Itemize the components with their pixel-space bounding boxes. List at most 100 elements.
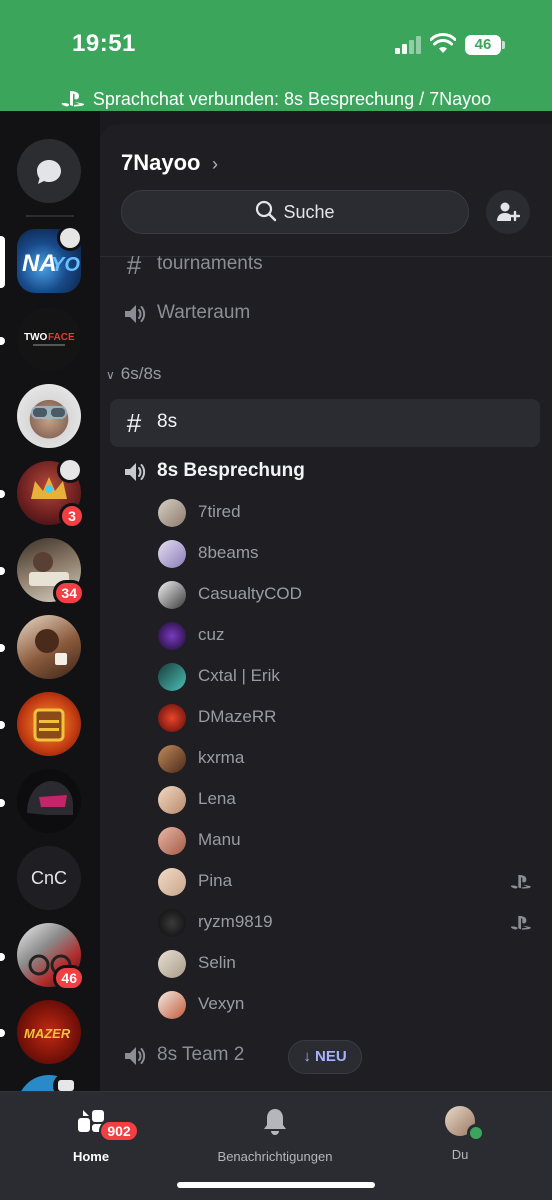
channel-warteraum[interactable]: Warteraum xyxy=(110,290,540,338)
unread-dot xyxy=(0,721,5,729)
unread-dot xyxy=(0,644,5,652)
rail-divider xyxy=(26,215,74,217)
channel-label: 8s Team 2 xyxy=(157,1044,245,1065)
voice-member[interactable]: Vexyn xyxy=(158,987,538,1023)
voice-member[interactable]: Selin xyxy=(158,946,538,982)
voice-active-icon xyxy=(57,457,83,483)
member-name: Pina xyxy=(198,871,233,890)
server-icon-partial[interactable] xyxy=(17,1073,81,1091)
member-name: Vexyn xyxy=(198,994,245,1013)
unread-dot xyxy=(0,1029,5,1037)
user-avatar xyxy=(445,1106,485,1142)
channel-tournaments[interactable]: # tournaments xyxy=(110,241,540,289)
online-status-dot xyxy=(467,1124,485,1142)
search-icon xyxy=(256,200,277,222)
hashtag-icon: # xyxy=(126,250,142,280)
voice-member[interactable]: kxrma xyxy=(158,741,538,777)
mention-badge: 34 xyxy=(53,580,85,606)
server-icon-nayou[interactable]: NA YOU xyxy=(17,225,83,293)
playstation-icon xyxy=(61,91,84,107)
voice-member[interactable]: 8beams xyxy=(158,536,538,572)
voice-member[interactable]: ryzm9819 xyxy=(158,905,538,941)
home-indicator xyxy=(177,1182,375,1188)
server-icon-money[interactable]: 34 xyxy=(17,538,85,606)
playstation-icon xyxy=(510,874,531,889)
voice-member[interactable]: 7tired xyxy=(158,495,538,531)
category-label: 6s/8s xyxy=(120,364,162,383)
voice-member[interactable]: cuz xyxy=(158,618,538,654)
invite-members-button[interactable] xyxy=(486,190,530,234)
voice-member[interactable]: Pina xyxy=(158,864,538,900)
new-messages-pill[interactable]: ↓ NEU xyxy=(288,1040,362,1074)
category-header[interactable]: ∨ 6s/8s xyxy=(106,364,161,384)
member-name: 8beams xyxy=(198,543,259,562)
server-rail: NA YOU TWO FACE xyxy=(0,111,100,1091)
search-label: Suche xyxy=(283,202,335,222)
server-icon-man[interactable] xyxy=(17,615,81,679)
member-name: Cxtal | Erik xyxy=(198,666,280,685)
mazer-logo: MAZER xyxy=(24,1026,71,1041)
home-notification-badge: 902 xyxy=(99,1120,139,1142)
unread-dot xyxy=(0,490,5,498)
voice-member[interactable]: CasualtyCOD xyxy=(158,577,538,613)
voice-active-icon xyxy=(57,225,83,251)
server-icon-mazer[interactable]: MAZER xyxy=(17,1000,81,1064)
server-icon-goggles[interactable] xyxy=(17,384,81,448)
member-name: kxrma xyxy=(198,748,245,767)
voice-member[interactable]: Manu xyxy=(158,823,538,859)
chevron-right-icon[interactable]: › xyxy=(212,154,218,175)
svg-text:TWO: TWO xyxy=(24,332,48,343)
voice-member[interactable]: DMazeRR xyxy=(158,700,538,736)
tab-you[interactable]: Du xyxy=(432,1106,488,1162)
playstation-icon xyxy=(510,915,531,930)
speaker-icon xyxy=(125,1047,146,1065)
voice-connected-banner[interactable]: Sprachchat verbunden: 8s Besprechung / 7… xyxy=(0,86,552,112)
member-name: Lena xyxy=(198,789,236,808)
search-button[interactable]: Suche xyxy=(121,190,469,234)
channel-label: 8s Besprechung xyxy=(157,460,305,481)
voice-member[interactable]: Cxtal | Erik xyxy=(158,659,538,695)
speaker-icon xyxy=(125,463,146,481)
server-name[interactable]: 7Nayoo xyxy=(121,150,200,176)
voice-channel-8s-besprechung[interactable]: 8s Besprechung xyxy=(110,448,540,496)
direct-messages-button[interactable] xyxy=(17,139,81,203)
unread-dot xyxy=(0,799,5,807)
server-icon-twoface[interactable]: TWO FACE xyxy=(17,307,81,371)
channel-label: tournaments xyxy=(157,253,263,274)
active-server-pill xyxy=(0,236,5,288)
member-name: DMazeRR xyxy=(198,707,277,726)
channel-label: Warteraum xyxy=(157,302,251,323)
avatar xyxy=(158,868,186,896)
unread-dot xyxy=(0,567,5,575)
bell-icon xyxy=(264,1109,286,1135)
svg-text:YOU: YOU xyxy=(51,254,81,276)
avatar xyxy=(158,499,186,527)
server-icon-helmet[interactable] xyxy=(17,769,81,833)
tab-notifications[interactable]: Benachrichtigungen xyxy=(205,1106,345,1164)
add-user-icon xyxy=(497,202,520,222)
server-icon-chest[interactable] xyxy=(17,692,81,756)
member-name: 7tired xyxy=(198,502,241,521)
voice-banner-text: Sprachchat verbunden: 8s Besprechung / 7… xyxy=(92,89,492,109)
server-icon-cnc[interactable]: CnC xyxy=(17,846,81,910)
server-icon-crown[interactable]: 3 xyxy=(17,457,85,529)
avatar xyxy=(158,581,186,609)
server-icon-bike[interactable]: 46 xyxy=(17,923,85,991)
mention-badge: 46 xyxy=(53,965,85,991)
voice-member[interactable]: Lena xyxy=(158,782,538,818)
chevron-down-icon: ∨ xyxy=(106,368,115,382)
helmet-logo xyxy=(27,781,73,815)
channel-8s[interactable]: # 8s xyxy=(110,399,540,447)
tab-label: Benachrichtigungen xyxy=(217,1149,333,1164)
svg-text:MAZER: MAZER xyxy=(24,1026,71,1041)
svg-text:FACE: FACE xyxy=(48,332,75,343)
avatar xyxy=(158,663,186,691)
speaker-icon xyxy=(125,305,146,323)
chest-logo xyxy=(33,708,65,742)
avatar xyxy=(158,991,186,1019)
member-name: ryzm9819 xyxy=(198,912,273,931)
channel-label: 8s xyxy=(157,411,178,432)
mention-badge: 3 xyxy=(59,503,85,529)
member-name: CasualtyCOD xyxy=(198,584,302,603)
unread-dot xyxy=(0,337,5,345)
